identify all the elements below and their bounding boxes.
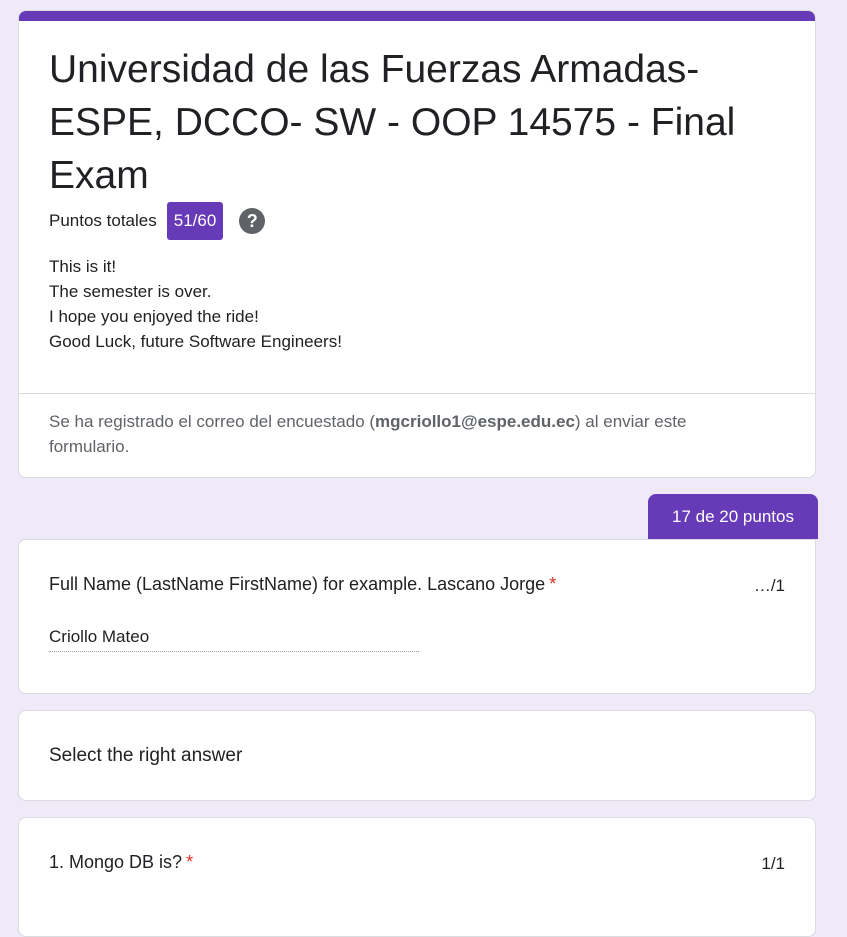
description-line: I hope you enjoyed the ride! bbox=[49, 307, 259, 326]
question-score: …/1 bbox=[753, 576, 785, 595]
form-title: Universidad de las Fuerzas Armadas- ESPE… bbox=[49, 48, 736, 197]
section-header-card: Select the right answer bbox=[18, 710, 816, 801]
question-score: 1/1 bbox=[761, 854, 785, 873]
email-note-prefix: Se ha registrado el correo del encuestad… bbox=[49, 412, 376, 431]
question-title-text: Full Name (LastName FirstName) for examp… bbox=[49, 574, 546, 594]
respondent-email-note: Se ha registrado el correo del encuestad… bbox=[49, 409, 769, 459]
header-accent-bar bbox=[19, 11, 815, 21]
question-title: Full Name (LastName FirstName) for examp… bbox=[49, 574, 556, 595]
answer-field: Criollo Mateo bbox=[49, 627, 419, 652]
description-line: Good Luck, future Software Engineers! bbox=[49, 332, 342, 351]
description-line: This is it! bbox=[49, 257, 117, 276]
header-divider bbox=[19, 393, 815, 394]
section-title: Select the right answer bbox=[49, 745, 243, 766]
total-points-label: Puntos totales bbox=[49, 211, 157, 230]
question-title-text: 1. Mongo DB is? bbox=[49, 852, 183, 872]
required-asterisk: * bbox=[186, 852, 194, 872]
form-description: This is it! The semester is over. I hope… bbox=[49, 254, 342, 354]
description-line: The semester is over. bbox=[49, 282, 212, 301]
total-points-badge: 51/60 bbox=[166, 202, 224, 240]
respondent-email: mgcriollo1@espe.edu.ec bbox=[375, 412, 575, 431]
section-score-tab: 17 de 20 puntos bbox=[648, 494, 818, 539]
question-title: 1. Mongo DB is? * bbox=[49, 852, 193, 873]
total-points-row: Puntos totales 51/60 ? bbox=[49, 202, 266, 240]
question-card-mongodb: 1. Mongo DB is? * 1/1 bbox=[18, 817, 816, 937]
question-card-full-name: Full Name (LastName FirstName) for examp… bbox=[18, 539, 816, 694]
form-header-card: Universidad de las Fuerzas Armadas- ESPE… bbox=[18, 10, 816, 478]
help-circle-icon[interactable]: ? bbox=[239, 208, 266, 234]
required-asterisk: * bbox=[549, 574, 557, 594]
